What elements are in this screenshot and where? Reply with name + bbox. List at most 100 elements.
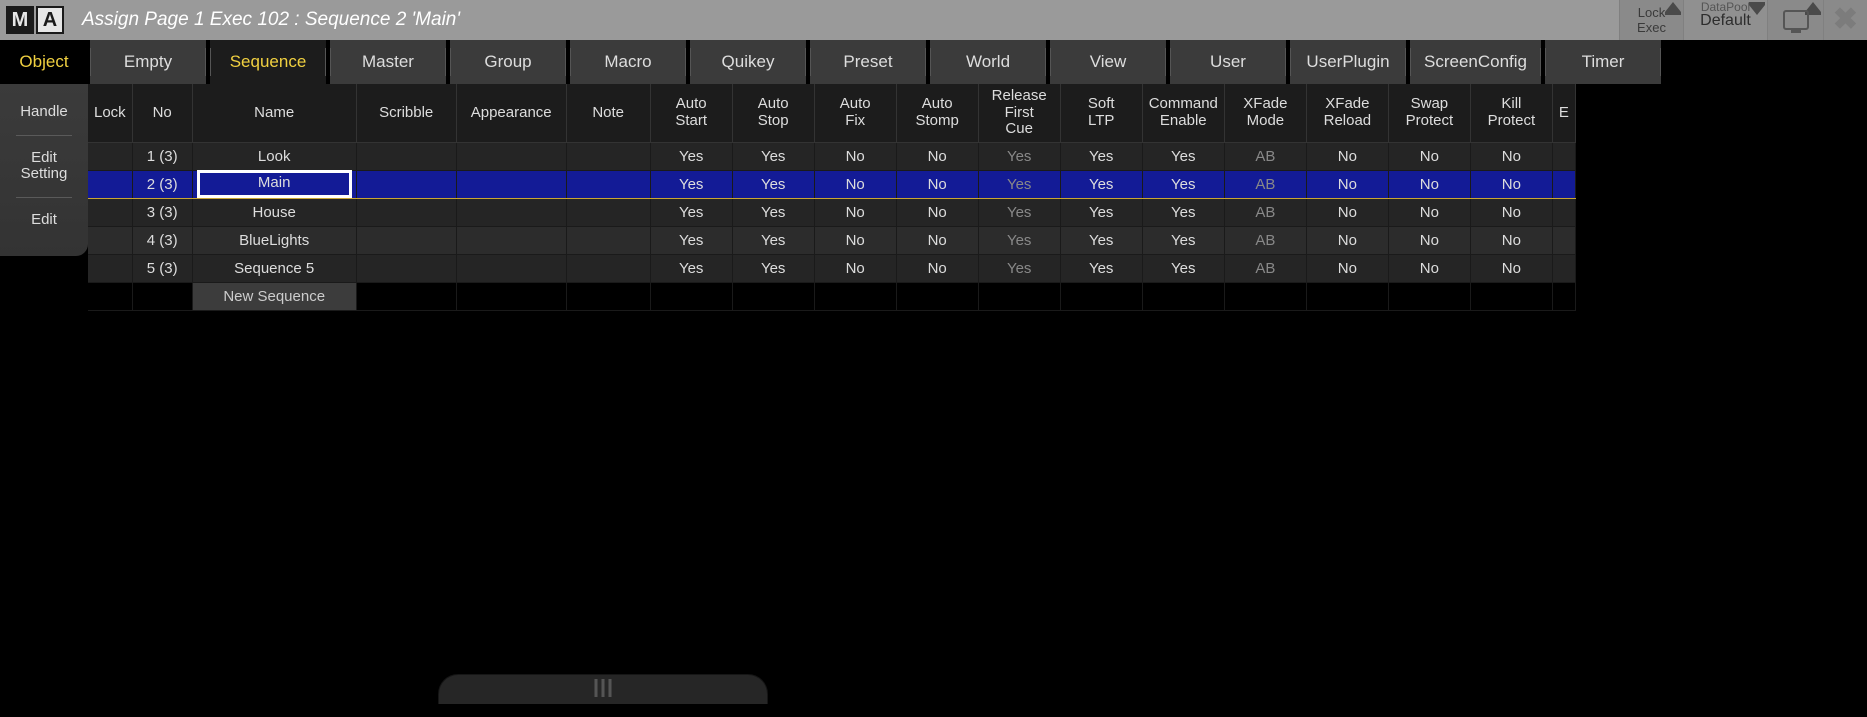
table-cell[interactable] bbox=[566, 282, 650, 310]
table-cell[interactable]: No bbox=[1306, 170, 1388, 198]
table-cell[interactable]: No bbox=[1470, 254, 1552, 282]
table-cell[interactable] bbox=[88, 282, 132, 310]
table-cell[interactable] bbox=[566, 254, 650, 282]
sidebar-top-label[interactable]: Object bbox=[0, 40, 88, 84]
col-header[interactable]: AutoStomp bbox=[896, 84, 978, 142]
table-cell[interactable]: No bbox=[1306, 226, 1388, 254]
table-cell[interactable] bbox=[88, 198, 132, 226]
table-cell[interactable]: Yes bbox=[650, 170, 732, 198]
table-cell[interactable] bbox=[88, 170, 132, 198]
table-cell[interactable] bbox=[88, 254, 132, 282]
table-cell[interactable]: Yes bbox=[732, 142, 814, 170]
col-header[interactable]: XFadeReload bbox=[1306, 84, 1388, 142]
table-cell[interactable] bbox=[1224, 282, 1306, 310]
table-cell[interactable]: Yes bbox=[732, 198, 814, 226]
table-cell[interactable]: Yes bbox=[650, 254, 732, 282]
tab-master[interactable]: Master bbox=[330, 40, 446, 84]
table-cell[interactable]: No bbox=[1470, 142, 1552, 170]
table-cell[interactable] bbox=[1388, 282, 1470, 310]
table-cell[interactable] bbox=[456, 198, 566, 226]
table-cell[interactable]: No bbox=[1306, 254, 1388, 282]
table-cell[interactable] bbox=[566, 170, 650, 198]
table-cell[interactable]: Yes bbox=[978, 226, 1060, 254]
table-cell[interactable]: Look bbox=[192, 142, 356, 170]
table-cell[interactable]: No bbox=[1388, 254, 1470, 282]
table-cell[interactable] bbox=[1060, 282, 1142, 310]
col-header[interactable]: No bbox=[132, 84, 192, 142]
col-header[interactable]: XFadeMode bbox=[1224, 84, 1306, 142]
monitor-button[interactable] bbox=[1767, 0, 1823, 40]
table-cell[interactable] bbox=[356, 142, 456, 170]
table-cell[interactable]: Sequence 5 bbox=[192, 254, 356, 282]
table-row[interactable]: 4 (3)BlueLightsYesYesNoNoYesYesYesABNoNo… bbox=[88, 226, 1575, 254]
table-cell[interactable] bbox=[456, 282, 566, 310]
table-cell[interactable]: No bbox=[896, 170, 978, 198]
table-row[interactable]: 2 (3)MainYesYesNoNoYesYesYesABNoNoNo bbox=[88, 170, 1575, 198]
tab-preset[interactable]: Preset bbox=[810, 40, 926, 84]
table-cell[interactable] bbox=[1552, 142, 1575, 170]
table-cell[interactable]: AB bbox=[1224, 254, 1306, 282]
table-cell[interactable] bbox=[1552, 198, 1575, 226]
col-header[interactable]: SoftLTP bbox=[1060, 84, 1142, 142]
table-cell[interactable]: Yes bbox=[978, 198, 1060, 226]
table-cell[interactable] bbox=[1306, 282, 1388, 310]
table-cell[interactable]: No bbox=[814, 198, 896, 226]
col-header[interactable]: CommandEnable bbox=[1142, 84, 1224, 142]
table-cell[interactable]: Yes bbox=[978, 170, 1060, 198]
col-header[interactable]: Name bbox=[192, 84, 356, 142]
table-cell[interactable] bbox=[1470, 282, 1552, 310]
datapool-button[interactable]: DataPool Default bbox=[1683, 0, 1767, 40]
table-cell[interactable]: Yes bbox=[1060, 198, 1142, 226]
sidebar-item-edit-setting[interactable]: EditSetting bbox=[0, 136, 88, 197]
table-cell[interactable] bbox=[650, 282, 732, 310]
table-cell[interactable]: Yes bbox=[1142, 198, 1224, 226]
table-cell[interactable] bbox=[566, 198, 650, 226]
table-cell[interactable]: Yes bbox=[1142, 254, 1224, 282]
bottom-slider[interactable] bbox=[438, 674, 768, 704]
table-cell[interactable]: Yes bbox=[978, 254, 1060, 282]
table-cell[interactable]: No bbox=[1388, 226, 1470, 254]
table-cell[interactable] bbox=[978, 282, 1060, 310]
col-header[interactable]: AutoStart bbox=[650, 84, 732, 142]
tab-empty[interactable]: Empty bbox=[90, 40, 206, 84]
table-cell[interactable]: BlueLights bbox=[192, 226, 356, 254]
table-cell[interactable]: Yes bbox=[1060, 170, 1142, 198]
table-cell[interactable]: No bbox=[814, 226, 896, 254]
table-cell[interactable]: House bbox=[192, 198, 356, 226]
table-cell[interactable]: Yes bbox=[1060, 254, 1142, 282]
table-cell[interactable]: No bbox=[1388, 198, 1470, 226]
table-cell[interactable]: No bbox=[1306, 142, 1388, 170]
table-cell[interactable] bbox=[814, 282, 896, 310]
tab-group[interactable]: Group bbox=[450, 40, 566, 84]
tab-macro[interactable]: Macro bbox=[570, 40, 686, 84]
table-cell[interactable] bbox=[896, 282, 978, 310]
table-cell[interactable] bbox=[566, 226, 650, 254]
col-header[interactable]: AutoStop bbox=[732, 84, 814, 142]
lock-exec-button[interactable]: Lock Exec bbox=[1619, 0, 1683, 40]
table-cell[interactable] bbox=[732, 282, 814, 310]
table-cell[interactable]: AB bbox=[1224, 198, 1306, 226]
table-cell[interactable]: No bbox=[896, 226, 978, 254]
table-cell[interactable] bbox=[1552, 254, 1575, 282]
sidebar-item-edit[interactable]: Edit bbox=[0, 198, 88, 243]
table-cell[interactable] bbox=[1552, 226, 1575, 254]
tab-sequence[interactable]: Sequence bbox=[210, 40, 326, 84]
table-cell[interactable]: 3 (3) bbox=[132, 198, 192, 226]
table-cell[interactable]: No bbox=[814, 142, 896, 170]
close-button[interactable]: ✖ bbox=[1823, 0, 1867, 40]
table-row[interactable]: 3 (3)HouseYesYesNoNoYesYesYesABNoNoNo bbox=[88, 198, 1575, 226]
col-header[interactable]: Release FirstCue bbox=[978, 84, 1060, 142]
table-cell[interactable] bbox=[356, 198, 456, 226]
table-cell[interactable]: Yes bbox=[732, 254, 814, 282]
tab-view[interactable]: View bbox=[1050, 40, 1166, 84]
table-cell[interactable]: Yes bbox=[1142, 170, 1224, 198]
table-cell[interactable]: No bbox=[1470, 198, 1552, 226]
table-row[interactable]: 5 (3)Sequence 5YesYesNoNoYesYesYesABNoNo… bbox=[88, 254, 1575, 282]
table-cell[interactable] bbox=[88, 142, 132, 170]
tab-quikey[interactable]: Quikey bbox=[690, 40, 806, 84]
table-cell[interactable]: No bbox=[1306, 198, 1388, 226]
table-cell[interactable] bbox=[356, 254, 456, 282]
table-cell[interactable]: Yes bbox=[1142, 142, 1224, 170]
table-cell[interactable]: No bbox=[1388, 142, 1470, 170]
table-cell[interactable]: 2 (3) bbox=[132, 170, 192, 198]
